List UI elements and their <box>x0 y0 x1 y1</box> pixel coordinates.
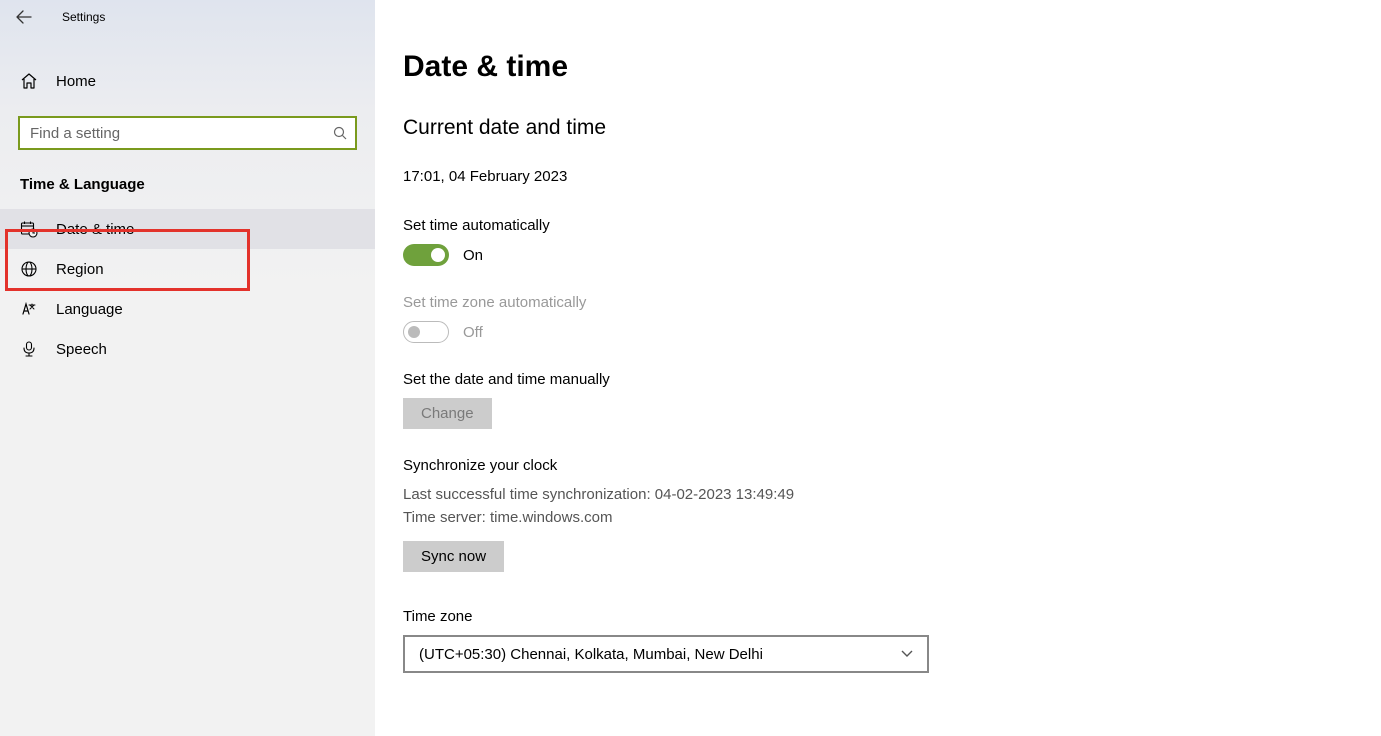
toggle-set-tz-auto <box>403 321 449 343</box>
calendar-clock-icon <box>20 220 38 238</box>
sync-last: Last successful time synchronization: 04… <box>403 484 1353 507</box>
sync-clock-section: Synchronize your clock Last successful t… <box>403 457 1353 572</box>
sidebar-item-region[interactable]: Region <box>0 249 375 289</box>
timezone-section: Time zone (UTC+05:30) Chennai, Kolkata, … <box>403 608 1353 673</box>
setting-label: Set time zone automatically <box>403 294 1353 311</box>
sidebar-item-language[interactable]: Language <box>0 289 375 329</box>
setting-set-tz-auto: Set time zone automatically Off <box>403 294 1353 343</box>
setting-label: Set time automatically <box>403 217 1353 234</box>
back-icon[interactable] <box>16 10 32 24</box>
main-content: Date & time Current date and time 17:01,… <box>375 0 1381 736</box>
setting-set-time-auto: Set time automatically On <box>403 217 1353 266</box>
language-icon <box>20 300 38 318</box>
sidebar-item-home[interactable]: Home <box>0 62 375 100</box>
sync-server: Time server: time.windows.com <box>403 507 1353 530</box>
home-label: Home <box>56 73 96 90</box>
current-datetime: 17:01, 04 February 2023 <box>403 168 1353 185</box>
timezone-select[interactable]: (UTC+05:30) Chennai, Kolkata, Mumbai, Ne… <box>403 635 929 673</box>
home-icon <box>20 72 38 90</box>
change-button: Change <box>403 398 492 429</box>
page-title: Date & time <box>403 50 1353 84</box>
microphone-icon <box>20 340 38 358</box>
search-input[interactable] <box>18 116 357 150</box>
titlebar: Settings <box>0 0 375 34</box>
sync-info: Last successful time synchronization: 04… <box>403 484 1353 529</box>
sidebar-item-label: Date & time <box>56 221 134 238</box>
sidebar-item-speech[interactable]: Speech <box>0 329 375 369</box>
sidebar: Settings Home Time & Language Date & tim… <box>0 0 375 736</box>
sidebar-item-label: Speech <box>56 341 107 358</box>
setting-manual-datetime: Set the date and time manually Change <box>403 371 1353 429</box>
search-container <box>18 116 357 150</box>
sidebar-item-date-time[interactable]: Date & time <box>0 209 375 249</box>
toggle-state: On <box>463 247 483 264</box>
setting-label: Set the date and time manually <box>403 371 1353 388</box>
sidebar-item-label: Region <box>56 261 104 278</box>
timezone-value: (UTC+05:30) Chennai, Kolkata, Mumbai, Ne… <box>419 646 763 663</box>
sync-title: Synchronize your clock <box>403 457 1353 474</box>
sync-now-button[interactable]: Sync now <box>403 541 504 572</box>
toggle-set-time-auto[interactable] <box>403 244 449 266</box>
sidebar-category: Time & Language <box>0 150 375 209</box>
timezone-label: Time zone <box>403 608 1353 625</box>
toggle-state: Off <box>463 324 483 341</box>
globe-icon <box>20 260 38 278</box>
section-current-datetime: Current date and time <box>403 116 1353 140</box>
chevron-down-icon <box>901 650 913 658</box>
window-title: Settings <box>62 10 105 24</box>
sidebar-item-label: Language <box>56 301 123 318</box>
